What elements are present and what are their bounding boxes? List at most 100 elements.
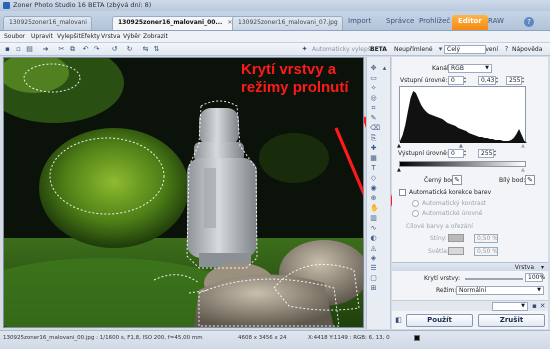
apply-button[interactable]: Použít — [406, 314, 473, 327]
rotate-left-icon[interactable]: ↶ — [81, 45, 90, 54]
layer-section-label: Vrstva — [514, 264, 534, 271]
save-icon[interactable]: ▪ — [3, 45, 12, 54]
rect-select-icon[interactable]: ▭ — [370, 75, 377, 82]
lasso-icon[interactable]: ◎ — [370, 95, 377, 102]
highlights-swatch[interactable] — [448, 247, 464, 255]
auto-enhance-button[interactable]: Automaticky vylepšit — [312, 46, 375, 53]
levels-icon[interactable]: ▥ — [370, 215, 377, 222]
highlights-field[interactable]: 0,50 % — [474, 247, 498, 256]
flip-vertical-icon[interactable]: ⇅ — [152, 45, 161, 54]
help-small-icon[interactable]: ? — [502, 45, 511, 54]
color-icon[interactable]: ◐ — [370, 235, 377, 242]
white-slider-handle[interactable]: ▲ — [521, 143, 525, 149]
curves-icon[interactable]: ∿ — [370, 225, 377, 232]
input-white-field[interactable]: 255 — [506, 76, 522, 85]
input-sliders[interactable]: ▲ ▲ ▲ — [397, 143, 526, 149]
help-button[interactable]: Nápověda — [512, 46, 542, 53]
layer-section[interactable]: Vrstva ▾ — [392, 262, 548, 271]
eye-icon[interactable]: ◉ — [370, 185, 377, 192]
print-icon[interactable]: ▤ — [25, 45, 34, 54]
cancel-button-label: Zrušit — [499, 316, 524, 324]
scroll-up-icon[interactable]: ▴ — [381, 65, 388, 72]
output-black-handle[interactable]: ▲ — [397, 167, 401, 173]
auto-levels-radio[interactable] — [412, 210, 419, 217]
rotate-right-icon[interactable]: ↷ — [92, 45, 101, 54]
crop-icon[interactable]: ⧉ — [68, 45, 77, 54]
grid-icon[interactable]: ⊞ — [370, 285, 377, 292]
channel-select[interactable]: RGB ▼ — [448, 64, 492, 73]
shadows-field[interactable]: 0,50 % — [474, 234, 498, 243]
undo-icon[interactable]: ↺ — [110, 45, 119, 54]
zoom-select[interactable]: Celý — [444, 45, 486, 54]
filter-icon[interactable]: ◈ — [370, 255, 377, 262]
clone-icon[interactable]: ⎘ — [370, 135, 377, 142]
tabs-row: 130925zoner16_malovani 130925zoner16_mal… — [0, 11, 550, 31]
frame-icon[interactable]: ▢ — [370, 275, 377, 282]
spin-icon[interactable]: ▴ ▾ — [494, 149, 499, 158]
opacity-field[interactable]: 100% — [525, 273, 545, 282]
output-sliders[interactable]: ▲ ▲ — [397, 167, 526, 173]
modified-dropdown[interactable]: Neupřímlené — [394, 46, 433, 53]
spin-icon[interactable]: ▴ ▾ — [522, 76, 527, 85]
cancel-button[interactable]: Zrušit — [478, 314, 545, 327]
heal-icon[interactable]: ✚ — [370, 145, 377, 152]
cut-icon[interactable]: ✂ — [57, 45, 66, 54]
doc-tab-label: 130925zoner16_malovani — [9, 19, 87, 26]
output-white-field[interactable]: 255 — [478, 149, 494, 158]
layers-icon[interactable]: ☰ — [370, 265, 377, 272]
opacity-label: Krytí vrstvy: — [424, 275, 461, 282]
menu-item-enhance[interactable]: Vylepšit — [57, 33, 81, 40]
shape-icon[interactable]: ◇ — [370, 175, 377, 182]
eraser-icon[interactable]: ⌫ — [370, 125, 380, 132]
auto-contrast-radio[interactable] — [412, 200, 419, 207]
redo-icon[interactable]: ↻ — [125, 45, 134, 54]
doc-tab[interactable]: 130925zoner16_malovani_07.jpg — [232, 16, 343, 30]
menu-item-edit[interactable]: Upravit — [31, 33, 53, 40]
tab-viewer[interactable]: Prohlížeč — [413, 15, 456, 30]
copy-icon[interactable]: ▫ — [14, 45, 23, 54]
eyedropper-white-icon[interactable]: ✎ — [525, 175, 535, 185]
send-icon[interactable]: ➜ — [41, 45, 50, 54]
auto-levels-label: Automatické úrovně — [422, 210, 483, 217]
black-slider-handle[interactable]: ▲ — [397, 143, 401, 149]
magic-wand-icon[interactable]: ✦ — [300, 45, 309, 54]
output-levels-label: Výstupní úrovně: — [398, 150, 449, 157]
output-white-handle[interactable]: ▲ — [521, 167, 525, 173]
input-gamma-field[interactable]: 0,43 — [478, 76, 496, 85]
opacity-slider[interactable] — [465, 278, 523, 280]
doc-tab-active[interactable]: 130925zoner16_malovani_00... ✕ — [112, 16, 238, 30]
output-black-field[interactable]: 0 — [448, 149, 464, 158]
doc-tab[interactable]: 130925zoner16_malovani — [3, 16, 92, 30]
blend-mode-select[interactable]: Normální ▼ — [456, 286, 544, 295]
compare-icon[interactable]: ◧ — [394, 316, 403, 325]
sharpen-icon[interactable]: ◬ — [370, 245, 377, 252]
auto-color-checkbox[interactable] — [399, 189, 406, 196]
spin-icon[interactable]: ▴ ▾ — [496, 76, 501, 85]
zoom-icon[interactable]: ⊕ — [370, 195, 377, 202]
menu-item-layer[interactable]: Vrstva — [101, 33, 120, 40]
flip-horizontal-icon[interactable]: ⇆ — [141, 45, 150, 54]
tab-import[interactable]: Import — [342, 15, 377, 30]
gradient-icon[interactable]: ▦ — [370, 155, 377, 162]
status-bar: 130925zoner16_malovani_00.jpg : 1/1600 s… — [0, 330, 550, 349]
input-black-field[interactable]: 0 — [448, 76, 464, 85]
hand-icon[interactable]: ✋ — [370, 205, 379, 212]
magic-select-icon[interactable]: ✧ — [370, 85, 377, 92]
spin-icon[interactable]: ▴ ▾ — [464, 149, 469, 158]
brush-icon[interactable]: ✎ — [370, 115, 377, 122]
spin-icon[interactable]: ▴ ▾ — [464, 76, 469, 85]
eyedropper-black-icon[interactable]: ✎ — [452, 175, 462, 185]
help-icon[interactable]: ? — [524, 17, 534, 27]
menu-item-file[interactable]: Soubor — [4, 33, 25, 40]
text-icon[interactable]: T — [370, 165, 377, 172]
tab-raw[interactable]: RAW — [482, 15, 510, 30]
crop-tool-icon[interactable]: ⌗ — [370, 105, 377, 112]
image-canvas[interactable]: Krytí vrstvy a režimy prolnutí — [3, 57, 364, 328]
move-tool-icon[interactable]: ✥ — [370, 65, 377, 72]
menu-item-effects[interactable]: Efekty — [81, 33, 100, 40]
preset-select[interactable]: ▼ — [492, 302, 528, 311]
menu-item-view[interactable]: Zobrazit — [143, 33, 168, 40]
shadows-swatch[interactable] — [448, 234, 464, 242]
menu-item-selection[interactable]: Výběr — [123, 33, 140, 40]
delete-preset-icon[interactable]: ✕ — [538, 302, 547, 311]
